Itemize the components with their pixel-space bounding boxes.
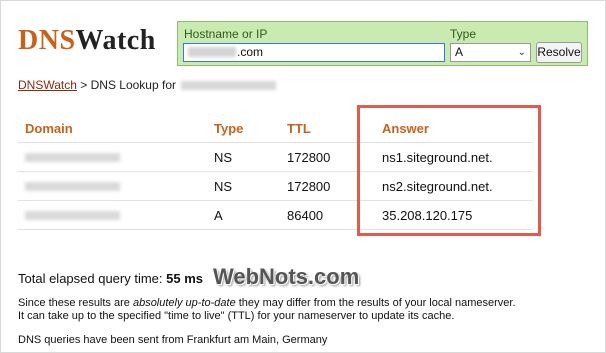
dnswatch-logo[interactable]: DNSWatch <box>18 25 156 57</box>
hostname-input[interactable]: .com <box>183 43 445 62</box>
redacted-hostname <box>188 47 236 57</box>
ttl-note: It can take up to the specified "time to… <box>18 310 455 322</box>
redacted-domain-cell <box>25 182 120 191</box>
note-suffix: they may differ from the results of your… <box>238 297 516 309</box>
type-select[interactable]: A ⌄ <box>450 43 531 62</box>
hostname-label: Hostname or IP <box>184 27 268 41</box>
breadcrumb-separator: > <box>80 78 88 92</box>
row-ttl: 172800 <box>287 150 331 165</box>
header-domain: Domain <box>25 121 73 136</box>
hostname-suffix: .com <box>237 45 264 59</box>
redacted-domain-cell <box>25 211 120 220</box>
logo-watch-text: Watch <box>75 25 156 56</box>
breadcrumb-current: DNS Lookup for <box>90 78 176 92</box>
redacted-domain <box>181 81 277 90</box>
row-type: NS <box>214 150 233 165</box>
row-type: A <box>214 208 223 223</box>
note-emphasis: absolutely up-to-date <box>132 297 236 309</box>
logo-dns-text: DNS <box>18 25 76 56</box>
row-ttl: 86400 <box>287 208 324 223</box>
header-ttl: TTL <box>287 121 311 136</box>
row-ttl: 172800 <box>287 179 331 194</box>
search-form: Hostname or IP Type .com A ⌄ Resolve <box>177 21 588 66</box>
redacted-domain-cell <box>25 153 120 162</box>
type-label: Type <box>450 27 477 41</box>
breadcrumb: DNSWatch > DNS Lookup for <box>18 78 277 92</box>
webnots-watermark: WebNots.com <box>213 264 360 289</box>
note-prefix: Since these results are <box>18 297 130 309</box>
type-select-value: A <box>455 45 464 59</box>
chevron-down-icon: ⌄ <box>517 47 526 58</box>
answer-highlight-box <box>357 105 541 236</box>
elapsed-value: 55 ms <box>166 271 204 286</box>
row-type: NS <box>214 179 233 194</box>
breadcrumb-home-link[interactable]: DNSWatch <box>18 78 77 92</box>
elapsed-time: Total elapsed query time: 55 ms <box>18 271 203 286</box>
header-type: Type <box>214 121 244 136</box>
resolve-button[interactable]: Resolve <box>536 42 582 63</box>
elapsed-label: Total elapsed query time: <box>18 271 163 286</box>
page: DNSWatch Hostname or IP Type .com A ⌄ Re… <box>0 0 606 353</box>
query-origin-note: DNS queries have been sent from Frankfur… <box>18 334 328 346</box>
results-note: Since these results are absolutely up-to… <box>18 297 516 309</box>
